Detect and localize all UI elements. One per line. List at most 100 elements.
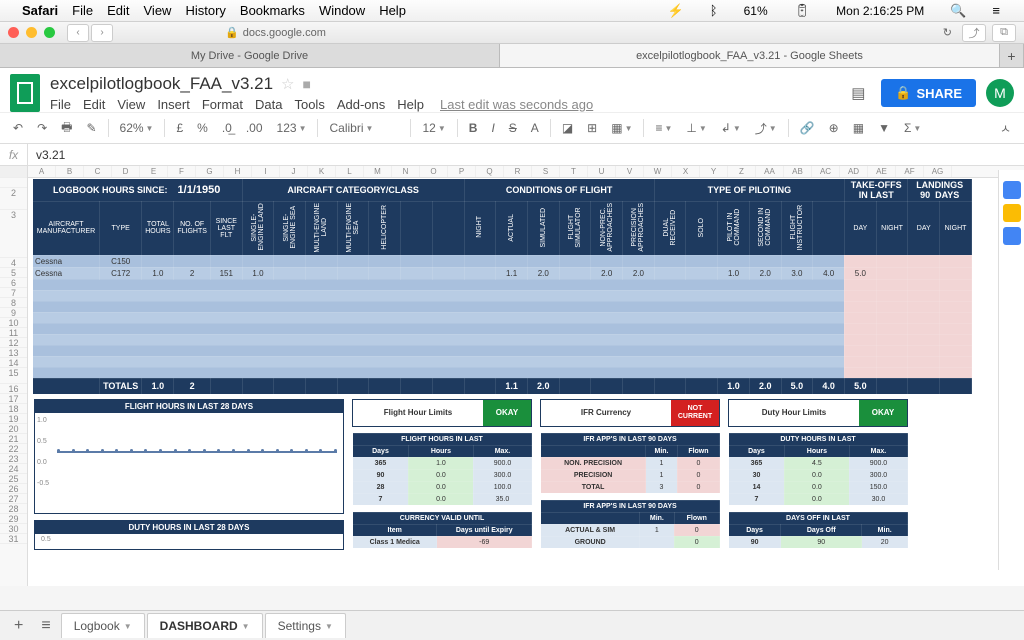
account-avatar[interactable]: M: [986, 79, 1014, 107]
borders-button[interactable]: ⊞: [582, 119, 602, 137]
sheet-tab-dashboard[interactable]: DASHBOARD ▼: [147, 613, 263, 638]
calendar-icon[interactable]: [1003, 181, 1021, 199]
text-color-button[interactable]: A: [526, 119, 544, 137]
tab-sheets[interactable]: excelpilotlogbook_FAA_v3.21 - Google She…: [500, 44, 1000, 67]
menu-edit[interactable]: Edit: [107, 3, 129, 18]
halign-button[interactable]: ≡ ▼: [650, 119, 677, 137]
row-headers[interactable]: 2345678910111213141516171819202122232425…: [0, 166, 28, 586]
new-tab-button[interactable]: +: [1000, 44, 1024, 67]
dec-decrease-button[interactable]: .0̲: [217, 119, 237, 137]
days-off-table: DAYS OFF IN LAST DaysDays OffMin. 909020: [728, 512, 908, 549]
sheets-logo-icon[interactable]: [10, 74, 40, 112]
dec-increase-button[interactable]: .00: [241, 119, 268, 137]
bluetooth-icon[interactable]: ᛒ: [710, 3, 718, 18]
forward-button[interactable]: ›: [91, 24, 113, 42]
close-window[interactable]: [8, 27, 19, 38]
battery-icon[interactable]: 🔋︎: [794, 3, 811, 19]
percent-button[interactable]: %: [192, 119, 213, 137]
italic-button[interactable]: I: [486, 119, 499, 137]
share-button[interactable]: 🔒 SHARE: [881, 79, 976, 107]
all-sheets-button[interactable]: ≡: [33, 613, 58, 639]
sheets-menu-edit[interactable]: Edit: [83, 97, 105, 112]
wrap-button[interactable]: ↲ ▼: [716, 119, 746, 137]
doc-title[interactable]: excelpilotlogbook_FAA_v3.21: [50, 74, 273, 94]
sheet-tabs: + ≡ Logbook ▼ DASHBOARD ▼ Settings ▼: [0, 610, 1024, 640]
clock[interactable]: Mon 2:16:25 PM: [836, 4, 924, 18]
link-button[interactable]: 🔗: [795, 119, 820, 137]
undo-button[interactable]: ↶: [8, 119, 28, 137]
sheets-header: excelpilotlogbook_FAA_v3.21 ☆ ■ File Edi…: [0, 68, 1024, 112]
redo-button[interactable]: ↷: [32, 119, 52, 137]
currency-button[interactable]: £: [171, 119, 188, 137]
sheets-menu-view[interactable]: View: [117, 97, 145, 112]
flight-hours-chart: FLIGHT HOURS IN LAST 28 DAYS 1.00.50.0-0…: [34, 399, 344, 514]
wifi-icon[interactable]: ⚡: [668, 3, 684, 19]
column-headers[interactable]: ABCDEFGHIJKLMNOPQRSTUVWXYZAAABACADAEAFAG: [28, 166, 1024, 178]
flight-hours-table: FLIGHT HOURS IN LAST DaysHoursMax. 3651.…: [352, 433, 532, 506]
menu-file[interactable]: File: [72, 3, 93, 18]
menu-bookmarks[interactable]: Bookmarks: [240, 3, 305, 18]
functions-button[interactable]: Σ ▼: [899, 119, 926, 137]
folder-icon[interactable]: ■: [303, 76, 311, 92]
paint-format-button[interactable]: ✎: [81, 119, 101, 137]
address-bar[interactable]: 🔒docs.google.com ↻: [225, 23, 862, 43]
ifr-apps-table-2: IFR APP'S IN LAST 90 DAYS Min.Flown ACTU…: [540, 500, 720, 549]
last-edit-link[interactable]: Last edit was seconds ago: [440, 97, 593, 112]
currency-table: CURRENCY VALID UNTIL ItemDays until Expi…: [352, 512, 532, 549]
spotlight-icon[interactable]: 🔍: [950, 3, 966, 19]
menu-history[interactable]: History: [185, 3, 225, 18]
maximize-window[interactable]: [44, 27, 55, 38]
sheets-menu-insert[interactable]: Insert: [157, 97, 190, 112]
app-name[interactable]: Safari: [22, 3, 58, 18]
duty-hours-chart: DUTY HOURS IN LAST 28 DAYS 0.5: [34, 520, 344, 550]
sheets-menu-addons[interactable]: Add-ons: [337, 97, 385, 112]
sheets-menu-data[interactable]: Data: [255, 97, 282, 112]
sheets-menu-file[interactable]: File: [50, 97, 71, 112]
strike-button[interactable]: S: [504, 119, 522, 137]
zoom-select[interactable]: 62% ▼: [115, 119, 159, 137]
menu-view[interactable]: View: [144, 3, 172, 18]
tabs-icon[interactable]: ⧉: [992, 24, 1016, 42]
ifr-currency-status: IFR Currency NOT CURRENT: [540, 399, 720, 427]
formula-input[interactable]: v3.21: [28, 148, 65, 162]
comment-button[interactable]: ⊕: [824, 119, 844, 137]
tab-drive[interactable]: My Drive - Google Drive: [0, 44, 500, 67]
macos-menubar: Safari File Edit View History Bookmarks …: [0, 0, 1024, 22]
tasks-icon[interactable]: [1003, 227, 1021, 245]
menu-icon[interactable]: ≡: [992, 3, 1000, 18]
sheets-toolbar: ↶ ↷ 🖶 ✎ 62% ▼ £ % .0̲ .00 123 ▼ Calibri …: [0, 112, 1024, 144]
print-button[interactable]: 🖶: [56, 116, 77, 141]
chart-button[interactable]: ▦: [848, 119, 869, 137]
back-button[interactable]: ‹: [67, 24, 89, 42]
formula-bar: fx v3.21: [0, 144, 1024, 166]
merge-button[interactable]: ▦ ▼: [606, 119, 637, 137]
sheets-menu-tools[interactable]: Tools: [294, 97, 324, 112]
star-icon[interactable]: ☆: [281, 75, 294, 93]
keep-icon[interactable]: [1003, 204, 1021, 222]
bold-button[interactable]: B: [464, 119, 483, 137]
menu-window[interactable]: Window: [319, 3, 365, 18]
font-select[interactable]: Calibri ▼: [324, 119, 404, 137]
format-select[interactable]: 123 ▼: [272, 119, 312, 137]
minimize-window[interactable]: [26, 27, 37, 38]
expand-toolbar[interactable]: ㅅ: [995, 118, 1016, 139]
filter-button[interactable]: ▼: [873, 119, 895, 137]
browser-tabs: My Drive - Google Drive excelpilotlogboo…: [0, 44, 1024, 68]
ifr-apps-table: IFR APP'S IN LAST 90 DAYS Min.Flown NON.…: [540, 433, 720, 494]
sheet-tab-settings[interactable]: Settings ▼: [265, 613, 346, 638]
comments-icon[interactable]: ▤: [845, 81, 871, 105]
valign-button[interactable]: ⊥ ▼: [681, 119, 711, 137]
rotate-button[interactable]: ⤴ ▼: [750, 118, 782, 139]
add-sheet-button[interactable]: +: [6, 613, 31, 639]
sheets-menu-help[interactable]: Help: [397, 97, 424, 112]
sheets-menu-format[interactable]: Format: [202, 97, 243, 112]
menu-help[interactable]: Help: [379, 3, 406, 18]
share-icon[interactable]: ⤴: [962, 24, 986, 42]
dashboard-table: LOGBOOK HOURS SINCE: 1/1/1950 AIRCRAFT C…: [32, 178, 972, 395]
sheet-tab-logbook[interactable]: Logbook ▼: [61, 613, 145, 638]
fill-color-button[interactable]: ◪: [557, 119, 578, 137]
font-size-select[interactable]: 12 ▼: [417, 119, 450, 137]
side-panel: [998, 170, 1024, 570]
spreadsheet-grid[interactable]: 2345678910111213141516171819202122232425…: [0, 166, 1024, 586]
fx-icon: fx: [0, 144, 28, 165]
